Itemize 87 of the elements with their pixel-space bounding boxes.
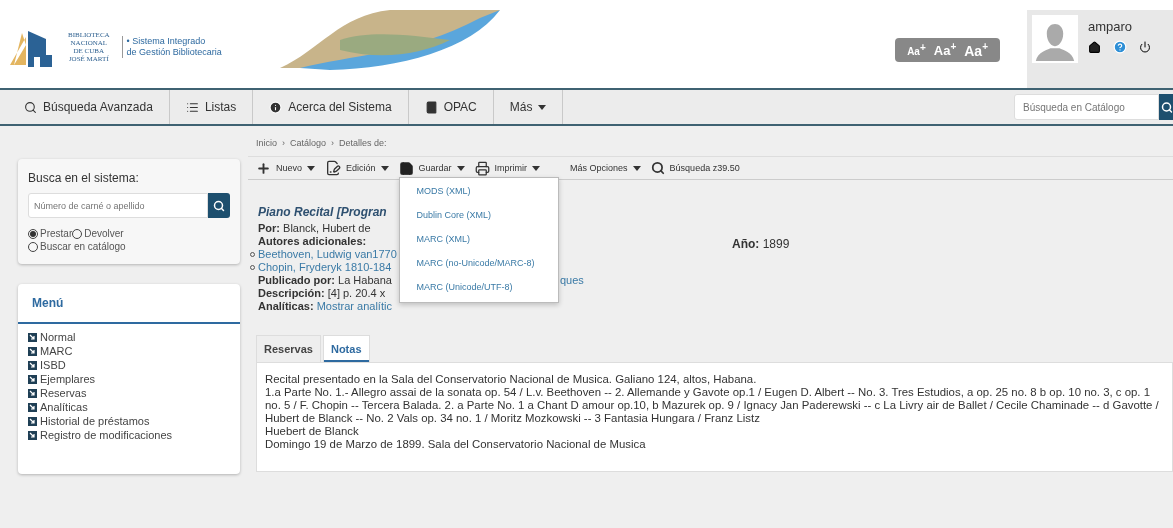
breadcrumb-separator: › [331, 138, 335, 150]
dropdown-item[interactable]: MARC (no-Unicode/MARC-8) [399, 257, 558, 268]
nav-item[interactable]: Listas [169, 90, 254, 124]
patron-search-field[interactable]: Número de carné o apellido [28, 193, 208, 218]
arrow-square-icon [28, 402, 37, 412]
radio-option[interactable]: Prestar [28, 228, 73, 239]
catalog-search-field[interactable]: Búsqueda en Catálogo [1014, 94, 1159, 120]
caret-icon [632, 165, 641, 171]
note-text: 1.a Parte No. 1.- Allegro assai de la sonata op. 54 / L.v. Beethoven -- 2. Allemande y Gavote op.1 / Eugen D. Albert -- No. 3. Tres Estudios, a op. 25 no. 8 b op. 10 no. 3, c op. 1 no. 5 / F. Chopin -- Tercera Balada. 2. a Parte No. 1 a Chant D amour op.10, b Mazurek op. 9 / Ignacy Jan Paderewski -- c La Livry air de Ballet / Cecile Chaminade -- d Gavotte / Hubert de Blanck -- No. 2 Vals op. 34 no. 1 / Moritz Mozkowski -- 3 Fantasia Hungara / Franz Listz [265, 386, 1160, 425]
breadcrumb-link[interactable]: Catálogo [290, 138, 327, 156]
toolbar-button[interactable]: Más Opciones [570, 163, 641, 173]
search-icon [1161, 100, 1173, 114]
record-year: Año: 1899 [732, 236, 790, 253]
search-button[interactable] [208, 193, 230, 218]
search-icon [213, 199, 225, 212]
record-link[interactable]: ques [560, 274, 584, 287]
menu-title: Menú [18, 284, 240, 324]
search-button[interactable] [1159, 94, 1173, 120]
toolbar-button[interactable]: Guardar [398, 160, 465, 176]
print-icon [474, 160, 490, 176]
radio-option[interactable]: Devolver [72, 228, 124, 239]
dropdown-item[interactable]: MODS (XML) [399, 185, 558, 196]
toolbar-button[interactable]: Imprimir [474, 160, 541, 176]
power-icon[interactable] [1139, 41, 1151, 53]
menu-item[interactable]: Ejemplares [18, 372, 240, 386]
nav-item[interactable]: Más [493, 90, 564, 124]
home-icon[interactable] [1088, 40, 1101, 54]
dropdown-item[interactable]: Dublin Core (XML) [399, 209, 558, 220]
note-text: Huebert de Blanck [265, 425, 360, 438]
note-text: Domingo 19 de Marzo de 1899. Sala del Conservatorio Nacional de Musica [265, 438, 647, 451]
info-icon [269, 100, 283, 114]
breadcrumb-link[interactable]: Detalles de: [339, 138, 387, 156]
search-icon [24, 100, 37, 114]
caret-icon [307, 165, 315, 171]
caret-icon [456, 165, 465, 171]
record-field: Publicado por: La Habana [258, 274, 392, 287]
nav-item[interactable]: OPAC [408, 90, 494, 124]
arrow-square-icon [28, 360, 37, 370]
arrow-square-icon [28, 332, 37, 342]
dropdown-item[interactable]: MARC (XML) [399, 233, 558, 244]
menu-item[interactable]: Normal [18, 330, 240, 344]
plus-icon [256, 160, 271, 176]
font-size-button[interactable]: Aa$^{+}$ [933, 41, 957, 59]
caret-icon [538, 104, 547, 110]
arrow-square-icon [28, 430, 37, 440]
arrow-square-icon [28, 416, 37, 426]
menu-item[interactable]: ISBD [18, 358, 240, 372]
menu-item[interactable]: Historial de préstamos [18, 414, 240, 428]
font-size-button[interactable]: Aa$^{+}$ [964, 41, 988, 59]
menu-item[interactable]: MARC [18, 344, 240, 358]
toolbar-button[interactable]: Nuevo [256, 160, 315, 176]
arrow-square-icon [28, 388, 37, 398]
search-icon [650, 161, 665, 175]
nav-item[interactable]: Búsqueda Avanzada [8, 90, 170, 124]
system-tagline: • Sistema Integrado de Gestión Bibliotecaria [121, 36, 222, 58]
avatar-silhouette [1032, 15, 1078, 63]
card-title: Busca en el sistema: [28, 171, 140, 185]
save-icon [398, 160, 414, 176]
record-link[interactable]: Mostrar analític [316, 300, 392, 312]
caret-icon [380, 165, 389, 171]
tab[interactable]: Notas [322, 335, 370, 362]
field-label: Analíticas: [258, 300, 314, 312]
record-field: Autores adicionales: [258, 235, 367, 248]
user-name: amparo [1088, 19, 1134, 34]
author-link[interactable]: Beethoven, Ludwig van1770 [250, 248, 397, 261]
tab[interactable]: Reservas [256, 335, 321, 362]
toolbar-button[interactable]: Búsqueda z39.50 [650, 161, 740, 175]
dropdown-item[interactable]: MARC (Unicode/UTF-8) [399, 281, 558, 292]
caret-icon [532, 165, 541, 171]
help-icon[interactable] [1113, 40, 1127, 54]
arrow-square-icon [28, 346, 37, 356]
toolbar-button[interactable]: Edición [325, 160, 389, 176]
nav-item[interactable]: Acerca del Sistema [253, 90, 409, 124]
record-title: Piano Recital [Progran [258, 205, 387, 219]
radio-option[interactable]: Buscar en catálogo [28, 241, 126, 252]
arrow-square-icon [28, 374, 37, 384]
record-field: Descripción: [4] p. 20.4 x [258, 287, 386, 300]
author-link[interactable]: Chopin, Fryderyk 1810-184 [250, 261, 392, 274]
record-field: Por: Blanck, Hubert de [258, 222, 371, 235]
menu-item[interactable]: Reservas [18, 386, 240, 400]
menu-item[interactable]: Analíticas [18, 400, 240, 414]
menu-item[interactable]: Registro de modificaciones [18, 428, 240, 442]
breadcrumb-link[interactable]: Inicio [256, 138, 277, 156]
breadcrumb-separator: › [282, 138, 285, 150]
note-text: Recital presentado en la Sala del Conservatorio Nacional de Musica. Galiano 124, altos, Habana. [265, 373, 758, 386]
edit-icon [325, 160, 341, 176]
list-icon [185, 100, 199, 114]
